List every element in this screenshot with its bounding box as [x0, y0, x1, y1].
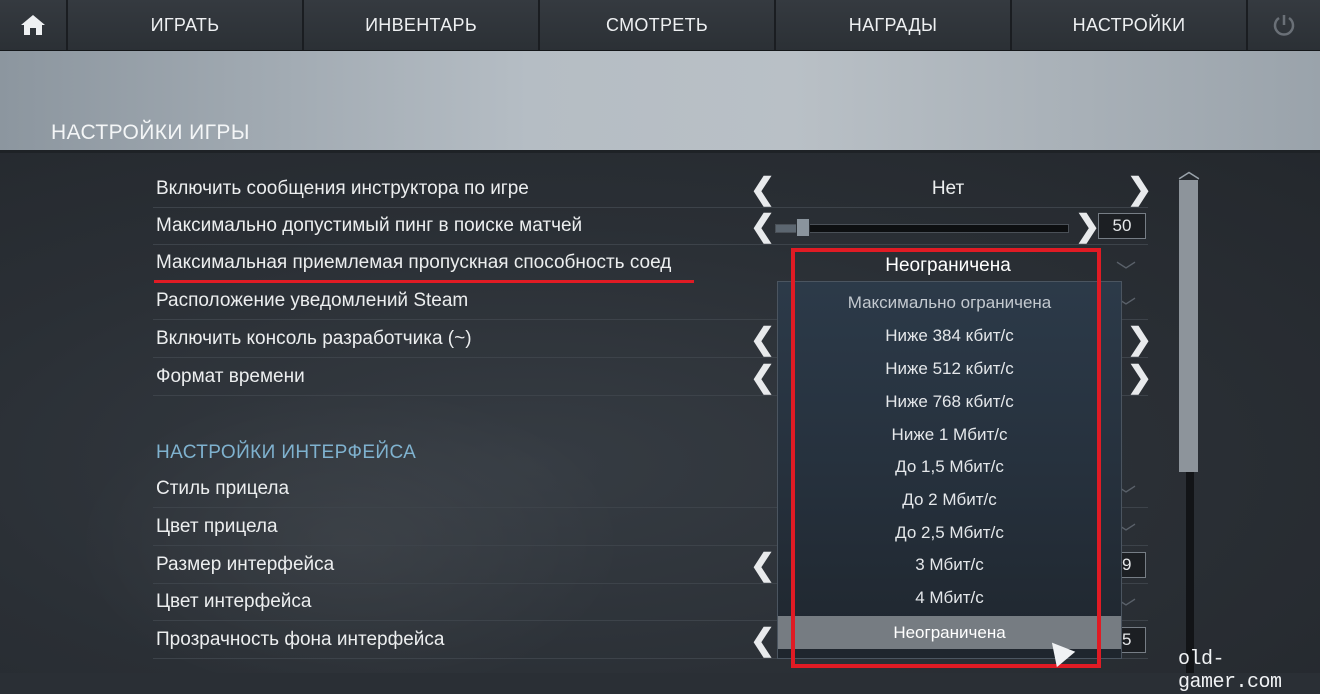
dropdown-option[interactable]: До 2 Мбит/с — [778, 483, 1121, 516]
setting-label: Формат времени — [156, 366, 305, 387]
home-icon — [21, 15, 45, 35]
nav-inventory[interactable]: ИНВЕНТАРЬ — [304, 0, 540, 50]
slider-handle[interactable] — [796, 218, 811, 237]
setting-label: Максимальная приемлемая пропускная спосо… — [156, 252, 672, 273]
home-button[interactable] — [0, 0, 68, 50]
arrow-right-icon[interactable]: ❯ — [1127, 321, 1152, 358]
setting-label: Включить консоль разработчика (~) — [156, 328, 472, 349]
setting-label: Включить сообщения инструктора по игре — [156, 178, 529, 199]
dropdown-option[interactable]: До 1,5 Мбит/с — [778, 450, 1121, 483]
setting-row-max-ping: Максимально допустимый пинг в поиске мат… — [153, 208, 1148, 245]
setting-label: Размер интерфейса — [156, 554, 335, 575]
ping-slider[interactable] — [775, 218, 1069, 237]
setting-label: Расположение уведомлений Steam — [156, 290, 469, 311]
power-icon — [1273, 15, 1295, 36]
setting-row-instructor: Включить сообщения инструктора по игре ❮… — [153, 171, 1152, 208]
dropdown-option[interactable]: До 2,5 Мбит/с — [778, 516, 1121, 549]
power-button[interactable] — [1248, 0, 1320, 50]
dropdown-option[interactable]: 3 Мбит/с — [778, 548, 1121, 581]
arrow-right-icon[interactable]: ❯ — [1127, 359, 1152, 396]
nav-settings[interactable]: НАСТРОЙКИ — [1012, 0, 1248, 50]
chevron-down-icon[interactable]: ﹀ — [1116, 255, 1138, 283]
scroll-up-icon[interactable]: ︿ — [1176, 153, 1202, 183]
setting-label: Прозрачность фона интерфейса — [156, 629, 445, 650]
site-watermark: old-gamer.com — [1178, 648, 1282, 694]
nav-awards[interactable]: НАГРАДЫ — [776, 0, 1012, 50]
setting-label: Цвет интерфейса — [156, 591, 312, 612]
dropdown-option[interactable]: 4 Мбит/с — [778, 581, 1121, 614]
setting-label: Максимально допустимый пинг в поиске мат… — [156, 215, 583, 236]
scrollbar-thumb[interactable] — [1179, 180, 1198, 472]
settings-panel: Включить сообщения инструктора по игре ❮… — [0, 153, 1320, 673]
arrow-left-icon[interactable]: ❮ — [750, 321, 775, 358]
setting-value: Нет — [931, 178, 965, 199]
bandwidth-dropdown-list: Максимально ограничена Ниже 384 кбит/с Н… — [777, 281, 1122, 659]
setting-label: Цвет прицела — [156, 516, 278, 537]
arrow-left-icon[interactable]: ❮ — [750, 547, 775, 584]
dropdown-option[interactable]: Ниже 384 кбит/с — [778, 319, 1121, 352]
arrow-left-icon[interactable]: ❮ — [750, 359, 775, 396]
arrow-left-icon[interactable]: ❮ — [750, 171, 775, 208]
arrow-left-icon[interactable]: ❮ — [750, 622, 775, 659]
nav-watch[interactable]: СМОТРЕТЬ — [540, 0, 776, 50]
arrow-left-icon[interactable]: ❮ — [750, 208, 775, 245]
top-navigation: ИГРАТЬ ИНВЕНТАРЬ СМОТРЕТЬ НАГРАДЫ НАСТРО… — [0, 0, 1320, 51]
page-title: НАСТРОЙКИ ИГРЫ — [51, 121, 250, 144]
setting-row-partial — [153, 659, 1148, 673]
dropdown-option[interactable]: Ниже 768 кбит/с — [778, 385, 1121, 418]
bandwidth-select[interactable]: Неограничена — [803, 255, 1093, 277]
dropdown-option[interactable]: Максимально ограничена — [778, 286, 1121, 319]
section-title-interface: НАСТРОЙКИ ИНТЕРФЕЙСА — [156, 442, 417, 463]
dropdown-option[interactable]: Ниже 512 кбит/с — [778, 352, 1121, 385]
nav-play[interactable]: ИГРАТЬ — [68, 0, 304, 50]
setting-label: Стиль прицела — [156, 478, 290, 499]
arrow-right-icon[interactable]: ❯ — [1127, 171, 1152, 208]
page-header: НАСТРОЙКИ ИГРЫ — [0, 51, 1320, 153]
dropdown-option[interactable]: Ниже 1 Мбит/с — [778, 418, 1121, 451]
arrow-right-icon[interactable]: ❯ — [1075, 208, 1100, 245]
ping-value-field[interactable]: 50 — [1098, 213, 1146, 239]
